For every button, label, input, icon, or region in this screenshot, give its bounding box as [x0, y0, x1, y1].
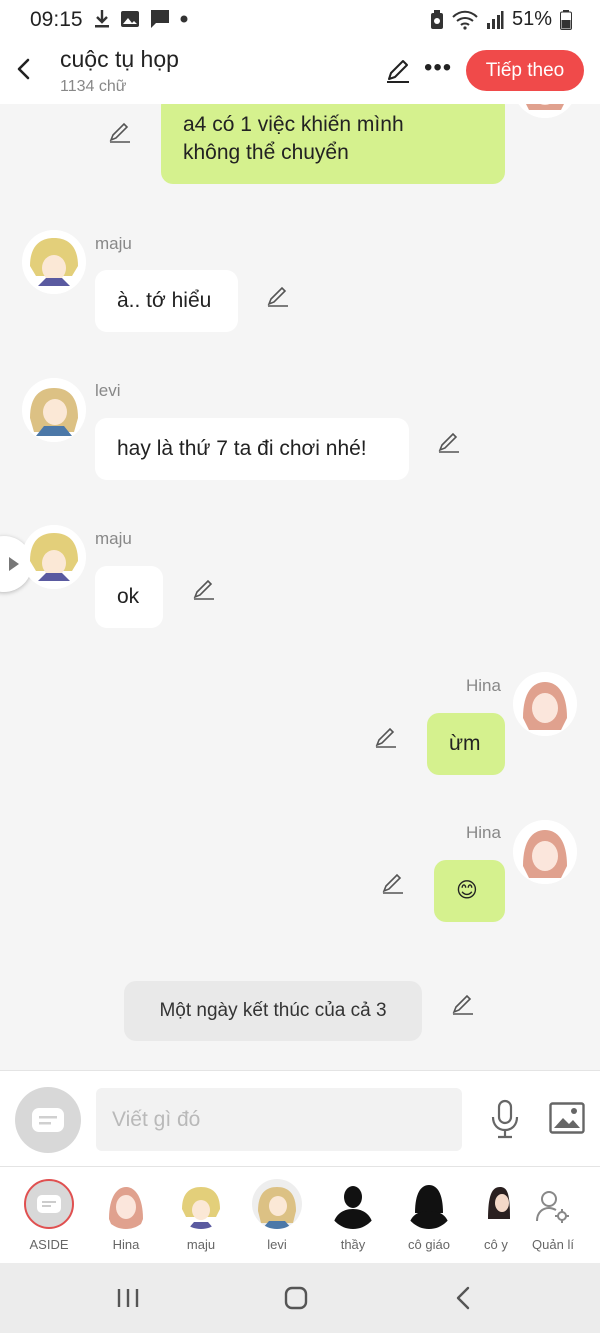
word-count: 1134 chữ: [60, 78, 127, 95]
character-label: cô giáo: [408, 1237, 450, 1252]
gallery-icon: [121, 11, 139, 27]
home-icon[interactable]: [284, 1286, 308, 1310]
download-icon: [95, 10, 109, 28]
character-label: cô y: [484, 1237, 508, 1252]
status-time: 09:15: [30, 8, 83, 31]
character-label: Quản lí: [532, 1237, 574, 1252]
narration-text: Một ngày kết thúc của cả 3: [159, 1000, 387, 1021]
pencil-icon[interactable]: [381, 871, 405, 895]
more-icon[interactable]: •••: [424, 54, 452, 82]
sender-name: Hina: [466, 676, 501, 695]
status-bar: 09:15 51%: [0, 0, 600, 40]
message-bubble[interactable]: hay là thứ 7 ta đi chơi nhé!: [95, 418, 409, 480]
avatar-maju[interactable]: [22, 230, 86, 294]
pencil-icon[interactable]: [192, 577, 216, 601]
notification-icons: [94, 9, 188, 29]
message-text: à.. tớ hiểu: [117, 289, 212, 312]
pencil-icon[interactable]: [451, 992, 475, 1016]
avatar-maju[interactable]: [22, 525, 86, 589]
next-button[interactable]: Tiếp theo: [466, 50, 584, 91]
nav-back-icon[interactable]: [455, 1286, 471, 1310]
narration-bubble[interactable]: Một ngày kết thúc của cả 3: [124, 981, 422, 1041]
character-label: maju: [186, 1237, 216, 1252]
chat-header: cuộc tụ họp 1134 chữ ••• Tiếp theo: [0, 40, 600, 104]
manage-user-icon: [536, 1191, 569, 1223]
sender-name: Hina: [466, 823, 501, 842]
message-text: a4 có 1 việc khiến mình: [183, 113, 404, 136]
dot-icon: [180, 15, 188, 23]
pencil-icon[interactable]: [437, 430, 461, 454]
battery-percent: 51%: [511, 8, 552, 30]
character-label: Hina: [112, 1237, 140, 1252]
system-status: 51%: [430, 8, 572, 31]
avatar-levi[interactable]: [22, 378, 86, 442]
character-maju[interactable]: maju: [166, 1167, 234, 1264]
message-text: 😊: [456, 879, 478, 902]
character-hina[interactable]: Hina: [91, 1167, 159, 1264]
message-text: không thể chuyển: [183, 141, 349, 164]
avatar: [404, 1179, 454, 1229]
chevron-right-icon: [9, 557, 19, 571]
avatar: [101, 1179, 151, 1229]
avatar: [328, 1179, 378, 1229]
avatar-hina[interactable]: [513, 672, 577, 736]
character-label: ASIDE: [29, 1237, 69, 1252]
sender-name: maju: [95, 529, 132, 548]
message-text: ừm: [449, 732, 481, 755]
pencil-icon[interactable]: [108, 120, 132, 144]
message-text: hay là thứ 7 ta đi chơi nhé!: [117, 437, 367, 460]
aside-icon: [32, 1108, 64, 1132]
message-icon: [151, 10, 169, 28]
message-bubble[interactable]: ừm: [427, 713, 505, 775]
avatar-hina[interactable]: [513, 820, 577, 884]
recent-apps-icon[interactable]: [117, 1287, 139, 1309]
avatar-hina[interactable]: [513, 104, 577, 118]
pencil-icon[interactable]: [374, 725, 398, 749]
avatar: [484, 1179, 510, 1229]
wifi-icon: [452, 10, 478, 30]
avatar: [252, 1179, 302, 1229]
character-co-giao[interactable]: cô giáo: [394, 1167, 462, 1264]
aside-icon: [24, 1179, 74, 1229]
aside-mode-button[interactable]: [15, 1087, 81, 1153]
message-bubble[interactable]: à.. tớ hiểu: [95, 270, 238, 332]
sender-name: levi: [95, 381, 121, 400]
pencil-icon[interactable]: [266, 284, 290, 308]
pencil-icon[interactable]: [384, 56, 412, 84]
message-input[interactable]: [96, 1088, 462, 1151]
composer: [0, 1070, 600, 1166]
message-bubble[interactable]: 😊: [434, 860, 505, 922]
system-nav-bar: [0, 1263, 600, 1333]
character-label: levi: [267, 1237, 287, 1252]
message-bubble[interactable]: a4 có 1 việc khiến mình không thể chuyển: [161, 104, 505, 184]
message-text: ok: [117, 585, 140, 608]
signal-icon: [486, 10, 504, 29]
battery-icon: [560, 9, 572, 30]
character-thay[interactable]: thầy: [318, 1167, 386, 1264]
page-title: cuộc tụ họp: [60, 46, 179, 72]
sender-name: maju: [95, 234, 132, 253]
avatar: [176, 1179, 226, 1229]
character-levi[interactable]: levi: [242, 1167, 310, 1264]
image-icon[interactable]: [549, 1102, 585, 1134]
message-bubble[interactable]: ok: [95, 566, 163, 628]
character-bar: ASIDE Hina maju levi thầy cô giáo cô y Q…: [0, 1166, 600, 1263]
microphone-icon[interactable]: [490, 1099, 520, 1139]
character-label: thầy: [340, 1237, 366, 1252]
back-arrow-icon[interactable]: [10, 54, 38, 84]
character-co-y[interactable]: cô y: [470, 1167, 510, 1264]
character-manage[interactable]: Quản lí: [518, 1167, 586, 1264]
chat-area: a4 có 1 việc khiến mình không thể chuyển…: [0, 104, 600, 1070]
character-aside[interactable]: ASIDE: [14, 1167, 82, 1264]
recycle-icon: [430, 9, 443, 29]
